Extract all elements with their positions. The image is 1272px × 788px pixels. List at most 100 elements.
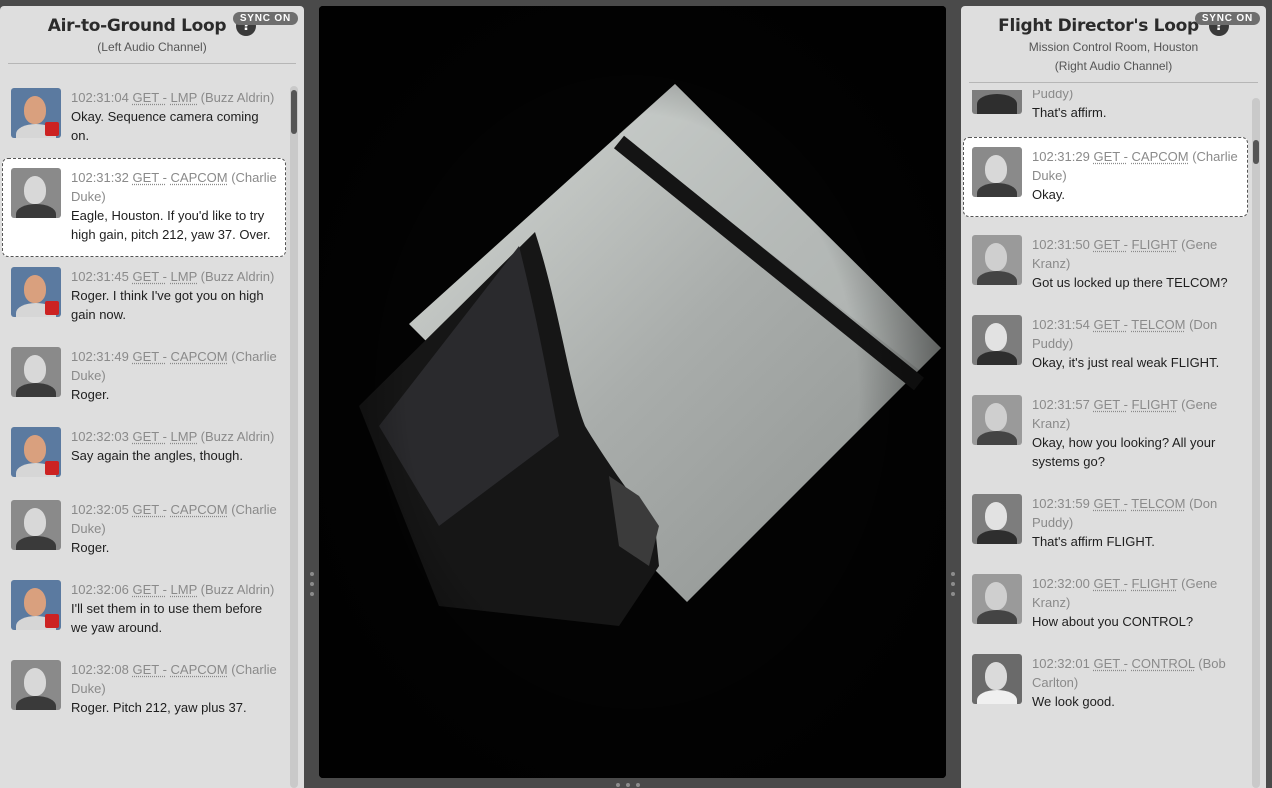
speaker-role-link[interactable]: TELCOM bbox=[1131, 496, 1185, 511]
transcript-entry[interactable]: 102:32:05 GET - CAPCOM (Charlie Duke) Ro… bbox=[2, 490, 286, 570]
transcript-entry[interactable]: 102:31:04 GET - LMP (Buzz Aldrin) Okay. … bbox=[2, 78, 286, 158]
get-link[interactable]: GET - bbox=[1093, 149, 1127, 164]
transcript-entry[interactable]: 102:31:54 GET - TELCOM (Don Puddy) Okay,… bbox=[963, 305, 1248, 385]
transcript-list[interactable]: 102:31:04 GET - LMP (Buzz Aldrin) Okay. … bbox=[0, 78, 288, 788]
speaker-role-link[interactable]: LMP bbox=[171, 269, 198, 284]
timestamp: 102:31:29 bbox=[1032, 149, 1090, 164]
scrollbar-thumb[interactable] bbox=[1253, 140, 1259, 164]
speaker-role-link[interactable]: FLIGHT bbox=[1132, 576, 1178, 591]
transcript-entry[interactable]: 102:31:59 GET - TELCOM (Don Puddy) That'… bbox=[963, 484, 1248, 564]
transcript-list[interactable]: Puddy) That's affirm. 102:31:29 GET - CA… bbox=[961, 90, 1250, 788]
speaker-role-link[interactable]: TELCOM bbox=[1131, 317, 1185, 332]
divider bbox=[8, 63, 296, 64]
transcript-text: Roger. bbox=[71, 540, 110, 555]
transcript-text: Roger. I think I've got you on high gain… bbox=[71, 288, 264, 322]
get-link[interactable]: GET - bbox=[132, 429, 166, 444]
timestamp: 102:32:01 bbox=[1032, 656, 1090, 671]
video-player[interactable] bbox=[319, 6, 946, 778]
scrollbar[interactable] bbox=[1252, 98, 1260, 788]
transcript-entry[interactable]: 102:32:03 GET - LMP (Buzz Aldrin) Say ag… bbox=[2, 417, 286, 490]
get-link[interactable]: GET - bbox=[1093, 397, 1127, 412]
timestamp: 102:32:03 bbox=[71, 429, 129, 444]
timestamp: 102:31:54 bbox=[1032, 317, 1090, 332]
get-link[interactable]: GET - bbox=[1093, 237, 1127, 252]
get-link[interactable]: GET - bbox=[132, 269, 166, 284]
transcript-entry-active[interactable]: 102:31:29 GET - CAPCOM (Charlie Duke) Ok… bbox=[963, 137, 1248, 217]
flight-director-panel: Flight Director's Loop ? Mission Control… bbox=[961, 6, 1266, 788]
panel-header: Flight Director's Loop ? Mission Control… bbox=[961, 6, 1266, 76]
speaker-role-link[interactable]: CONTROL bbox=[1132, 656, 1195, 671]
speaker-name: (Buzz Aldrin) bbox=[200, 582, 275, 597]
speaker-role-link[interactable]: CAPCOM bbox=[1132, 149, 1189, 164]
speaker-name: (Buzz Aldrin) bbox=[200, 269, 275, 284]
avatar bbox=[972, 654, 1022, 704]
speaker-role-link[interactable]: CAPCOM bbox=[171, 170, 228, 185]
get-link[interactable]: GET - bbox=[132, 170, 166, 185]
get-link[interactable]: GET - bbox=[132, 90, 166, 105]
speaker-name: (Buzz Aldrin) bbox=[200, 429, 275, 444]
scrollbar[interactable] bbox=[290, 86, 298, 788]
speaker-name: Puddy) bbox=[1032, 90, 1074, 101]
transcript-entry[interactable]: 102:31:49 GET - CAPCOM (Charlie Duke) Ro… bbox=[2, 337, 286, 417]
sync-toggle-button[interactable]: SYNC ON bbox=[1194, 12, 1260, 25]
get-link[interactable]: GET - bbox=[132, 662, 166, 677]
speaker-role-link[interactable]: CAPCOM bbox=[171, 502, 228, 517]
transcript-text: Got us locked up there TELCOM? bbox=[1032, 275, 1228, 290]
get-link[interactable]: GET - bbox=[1093, 576, 1127, 591]
avatar bbox=[972, 395, 1022, 445]
timestamp: 102:32:08 bbox=[71, 662, 129, 677]
transcript-text: How about you CONTROL? bbox=[1032, 614, 1194, 629]
scrollbar-thumb[interactable] bbox=[291, 90, 297, 134]
panel-subtitle: (Left Audio Channel) bbox=[97, 40, 207, 54]
avatar bbox=[11, 580, 61, 630]
divider bbox=[969, 82, 1258, 83]
avatar bbox=[11, 660, 61, 710]
speaker-role-link[interactable]: CAPCOM bbox=[171, 349, 228, 364]
transcript-entry-partial[interactable]: Puddy) That's affirm. bbox=[963, 90, 1248, 133]
get-link[interactable]: GET - bbox=[1093, 656, 1127, 671]
timestamp: 102:31:45 bbox=[71, 269, 129, 284]
avatar bbox=[11, 347, 61, 397]
timestamp: 102:31:50 bbox=[1032, 237, 1090, 252]
resize-handle-bottom[interactable] bbox=[616, 783, 640, 787]
resize-handle-left[interactable] bbox=[310, 572, 314, 596]
avatar bbox=[11, 427, 61, 477]
transcript-entry[interactable]: 102:32:06 GET - LMP (Buzz Aldrin) I'll s… bbox=[2, 570, 286, 650]
transcript-text: Roger. Pitch 212, yaw plus 37. bbox=[71, 700, 247, 715]
transcript-text: That's affirm. bbox=[1032, 105, 1107, 120]
transcript-entry-active[interactable]: 102:31:32 GET - CAPCOM (Charlie Duke) Ea… bbox=[2, 158, 286, 257]
avatar bbox=[972, 574, 1022, 624]
transcript-entry[interactable]: 102:31:57 GET - FLIGHT (Gene Kranz) Okay… bbox=[963, 385, 1248, 484]
avatar bbox=[972, 90, 1022, 114]
avatar bbox=[11, 500, 61, 550]
speaker-role-link[interactable]: FLIGHT bbox=[1132, 397, 1178, 412]
get-link[interactable]: GET - bbox=[1093, 317, 1127, 332]
get-link[interactable]: GET - bbox=[1093, 496, 1127, 511]
speaker-role-link[interactable]: LMP bbox=[171, 429, 198, 444]
get-link[interactable]: GET - bbox=[132, 502, 166, 517]
transcript-text: Okay. Sequence camera coming on. bbox=[71, 109, 259, 143]
resize-handle-right[interactable] bbox=[951, 572, 955, 596]
transcript-entry[interactable]: 102:32:01 GET - CONTROL (Bob Carlton) We… bbox=[963, 644, 1248, 724]
timestamp: 102:31:04 bbox=[71, 90, 129, 105]
get-link[interactable]: GET - bbox=[132, 349, 166, 364]
timestamp: 102:31:57 bbox=[1032, 397, 1090, 412]
transcript-text: That's affirm FLIGHT. bbox=[1032, 534, 1155, 549]
transcript-entry[interactable]: 102:31:45 GET - LMP (Buzz Aldrin) Roger.… bbox=[2, 257, 286, 337]
transcript-text: I'll set them in to use them before we y… bbox=[71, 601, 263, 635]
transcript-text: Eagle, Houston. If you'd like to try hig… bbox=[71, 208, 271, 242]
transcript-entry[interactable]: 102:32:00 GET - FLIGHT (Gene Kranz) How … bbox=[963, 564, 1248, 644]
panel-title: Air-to-Ground Loop bbox=[47, 16, 227, 36]
sync-toggle-button[interactable]: SYNC ON bbox=[232, 12, 298, 25]
panel-title: Flight Director's Loop bbox=[998, 16, 1199, 36]
speaker-role-link[interactable]: LMP bbox=[171, 90, 198, 105]
transcript-entry[interactable]: 102:32:08 GET - CAPCOM (Charlie Duke) Ro… bbox=[2, 650, 286, 730]
transcript-entry[interactable]: 102:31:50 GET - FLIGHT (Gene Kranz) Got … bbox=[963, 225, 1248, 305]
timestamp: 102:32:06 bbox=[71, 582, 129, 597]
speaker-role-link[interactable]: CAPCOM bbox=[171, 662, 228, 677]
get-link[interactable]: GET - bbox=[132, 582, 166, 597]
speaker-role-link[interactable]: FLIGHT bbox=[1132, 237, 1178, 252]
avatar bbox=[11, 88, 61, 138]
air-to-ground-panel: Air-to-Ground Loop ? (Left Audio Channel… bbox=[0, 6, 304, 788]
speaker-role-link[interactable]: LMP bbox=[171, 582, 198, 597]
